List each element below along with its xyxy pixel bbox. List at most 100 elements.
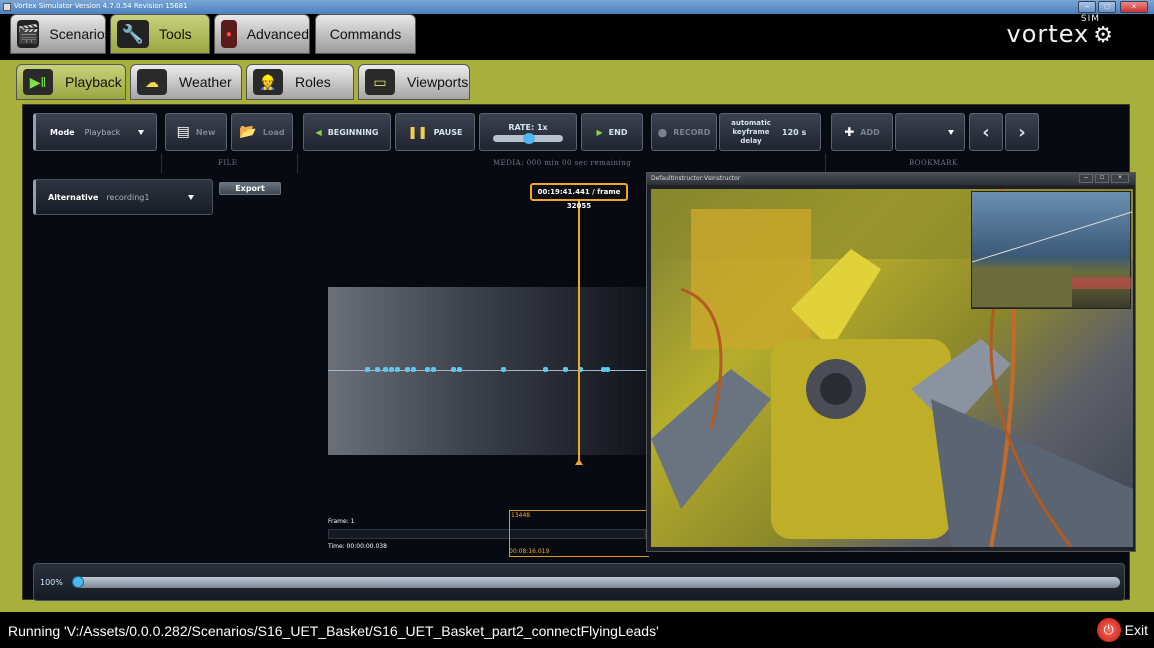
- folder-icon: 📂: [239, 124, 257, 140]
- fast-forward-icon: ▶: [596, 127, 603, 137]
- alternative-value: recording1: [106, 192, 150, 202]
- viewport-minimize-button[interactable]: –: [1079, 174, 1093, 183]
- keyframe-marker[interactable]: [457, 367, 462, 372]
- tab-advanced[interactable]: ● Advanced: [214, 14, 310, 54]
- plus-icon: ✚: [844, 125, 855, 139]
- keyframe-marker[interactable]: [425, 367, 430, 372]
- keyframe-marker[interactable]: [605, 367, 610, 372]
- tab-label: Tools: [159, 26, 192, 42]
- tab-viewports[interactable]: ▭ Viewports: [358, 64, 470, 100]
- tab-label: Scenarios: [49, 26, 112, 42]
- window-title-bar: Vortex Simulator Version 4.7.0.54 Revisi…: [0, 0, 1154, 14]
- bookmark-group-label: BOOKMARK: [909, 159, 958, 167]
- mode-select[interactable]: Mode Playback: [33, 113, 157, 151]
- keyframe-marker[interactable]: [451, 367, 456, 372]
- record-label: RECORD: [673, 127, 711, 137]
- monitor-icon: ▭: [365, 69, 395, 95]
- keyframe-marker[interactable]: [383, 367, 388, 372]
- chevron-right-icon: ›: [1018, 121, 1026, 143]
- marker-frame: 13448: [511, 512, 531, 519]
- keyframe-delay-spinner[interactable]: automatic keyframe delay 120 s: [719, 113, 821, 151]
- keyframe-marker[interactable]: [431, 367, 436, 372]
- divider: [161, 153, 162, 173]
- wrench-icon: 🔧: [117, 20, 149, 48]
- frame-info: Frame: 1: [328, 518, 355, 525]
- divider: [825, 153, 826, 173]
- simulation-scene-view[interactable]: [651, 189, 1133, 547]
- close-button[interactable]: ×: [1120, 1, 1148, 13]
- record-dot-icon: ●: [657, 125, 668, 139]
- end-button[interactable]: ▶ END: [581, 113, 643, 151]
- rate-track[interactable]: [493, 132, 563, 144]
- camera-inset-view[interactable]: [971, 191, 1133, 309]
- cloud-sun-icon: ☁: [137, 69, 167, 95]
- bookmark-select[interactable]: [895, 113, 965, 151]
- keyframe-marker[interactable]: [395, 367, 400, 372]
- progress-label: 100%: [40, 578, 63, 587]
- exit-button[interactable]: ⏻ Exit: [1096, 618, 1148, 642]
- tab-label: Commands: [329, 26, 402, 42]
- tab-roles[interactable]: 👷 Roles: [246, 64, 354, 100]
- beginning-button[interactable]: ◀ BEGINNING: [303, 113, 391, 151]
- viewport-title: DefaultInstructor:VsInstructor: [651, 175, 741, 182]
- keyframe-marker[interactable]: [411, 367, 416, 372]
- keyframe-marker[interactable]: [365, 367, 370, 372]
- alternative-select[interactable]: Alternative recording1: [33, 179, 213, 215]
- keyframe-label: automatic keyframe delay: [731, 118, 771, 145]
- end-label: END: [608, 127, 628, 137]
- playhead-line[interactable]: [578, 201, 580, 463]
- chevron-down-icon: [188, 194, 195, 200]
- media-group-label: MEDIA: 000 min 00 sec remaining: [493, 159, 632, 167]
- keyframe-marker[interactable]: [389, 367, 394, 372]
- status-bar: Running 'V:/Assets/0.0.0.282/Scenarios/S…: [0, 612, 1154, 648]
- app-icon: [3, 3, 11, 11]
- keyframe-value: 120 s: [782, 127, 807, 137]
- prev-bookmark-button[interactable]: ‹: [969, 113, 1003, 151]
- tab-playback[interactable]: ▶‖ Playback: [16, 64, 126, 100]
- instructor-viewport-window[interactable]: DefaultInstructor:VsInstructor – □ ×: [646, 172, 1136, 552]
- rate-slider[interactable]: RATE: 1x: [479, 113, 577, 151]
- main-tab-bar: 🎬 Scenarios 🔧 Tools ● Advanced Commands …: [0, 14, 1154, 60]
- clapper-icon: 🎬: [17, 20, 40, 48]
- vortex-logo: SIM vortex ⚙: [1007, 14, 1114, 48]
- export-button[interactable]: Export: [219, 182, 281, 195]
- time-info: Time: 00:00:00.038: [328, 543, 387, 550]
- record-button[interactable]: ● RECORD: [651, 113, 717, 151]
- keyframe-marker[interactable]: [563, 367, 568, 372]
- load-label: Load: [262, 127, 285, 137]
- marker-time: 00:08:16.019: [509, 548, 550, 555]
- viewport-title-bar[interactable]: DefaultInstructor:VsInstructor: [647, 173, 1135, 185]
- minimize-button[interactable]: –: [1078, 1, 1096, 13]
- viewport-close-button[interactable]: ×: [1111, 174, 1129, 183]
- next-bookmark-button[interactable]: ›: [1005, 113, 1039, 151]
- playback-toolbar: Mode Playback ▤ New 📂 Load ◀ BEGINNING ❚…: [33, 113, 1121, 173]
- chevron-down-icon: [138, 129, 145, 135]
- record-icon: ●: [221, 20, 237, 48]
- progress-track[interactable]: [74, 577, 1120, 588]
- keyframe-marker[interactable]: [375, 367, 380, 372]
- tab-commands[interactable]: Commands: [315, 14, 416, 54]
- maximize-button[interactable]: □: [1098, 1, 1116, 13]
- viewport-maximize-button[interactable]: □: [1095, 174, 1109, 183]
- tab-label: Advanced: [246, 26, 309, 42]
- load-button[interactable]: 📂 Load: [231, 113, 293, 151]
- playhead-handle[interactable]: [575, 459, 583, 465]
- new-button[interactable]: ▤ New: [165, 113, 227, 151]
- rewind-icon: ◀: [315, 127, 322, 137]
- progress-knob[interactable]: [72, 576, 84, 588]
- tab-weather[interactable]: ☁ Weather: [130, 64, 242, 100]
- logo-sim: SIM: [1080, 14, 1100, 24]
- pause-button[interactable]: ❚❚ PAUSE: [395, 113, 475, 151]
- progress-bar: 100%: [33, 563, 1125, 601]
- keyframe-marker[interactable]: [543, 367, 548, 372]
- tab-scenarios[interactable]: 🎬 Scenarios: [10, 14, 112, 54]
- tab-tools[interactable]: 🔧 Tools: [110, 14, 210, 54]
- rate-knob[interactable]: [523, 132, 535, 144]
- keyframe-marker[interactable]: [405, 367, 410, 372]
- keyframe-marker[interactable]: [501, 367, 506, 372]
- tab-label: Playback: [65, 74, 122, 90]
- power-icon: ⏻: [1096, 618, 1121, 642]
- add-bookmark-button[interactable]: ✚ ADD: [831, 113, 893, 151]
- file-group-label: FILE: [218, 159, 238, 167]
- beginning-label: BEGINNING: [327, 127, 379, 137]
